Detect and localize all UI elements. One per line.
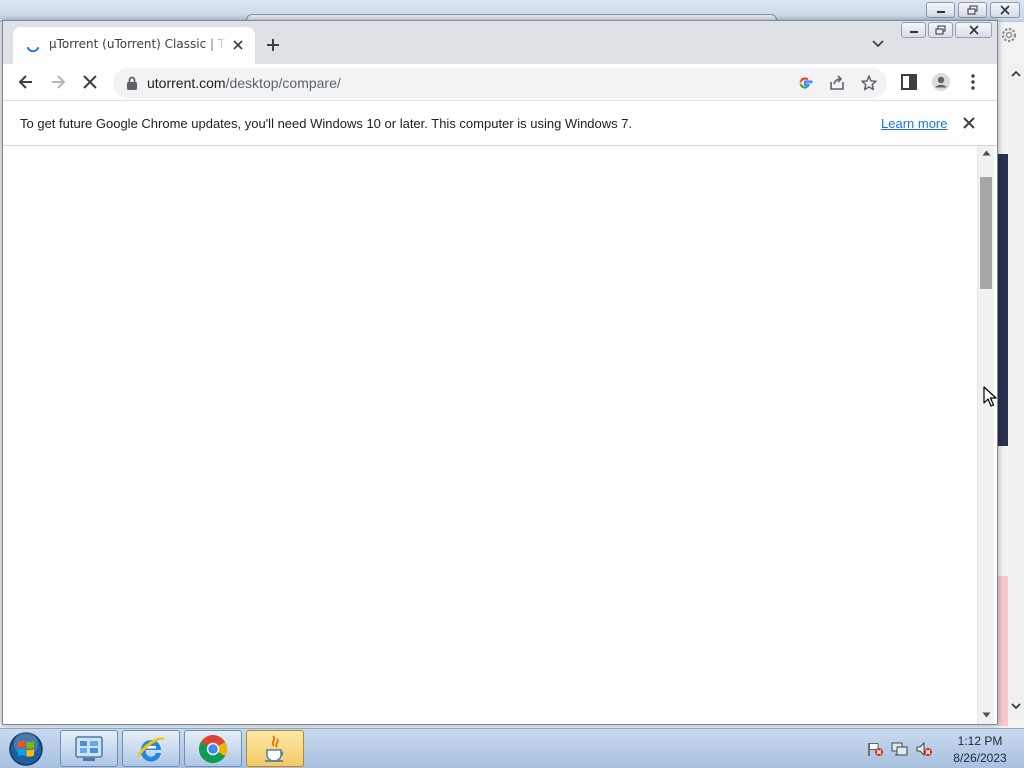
close-icon bbox=[968, 25, 979, 35]
scroll-down-arrow-icon[interactable] bbox=[982, 712, 991, 718]
background-close-button[interactable] bbox=[990, 2, 1020, 18]
infobar-message: To get future Google Chrome updates, you… bbox=[20, 116, 633, 131]
profile-icon[interactable] bbox=[931, 72, 951, 92]
background-page-banner bbox=[998, 154, 1008, 446]
bookmark-star-icon[interactable] bbox=[860, 74, 878, 92]
clock-date[interactable]: 8/26/2023 bbox=[940, 751, 1020, 765]
page-scrollbar[interactable] bbox=[977, 146, 994, 724]
taskbar: 1:12 PM 8/26/2023 bbox=[0, 728, 1024, 768]
chrome-restore-button[interactable] bbox=[928, 22, 953, 38]
start-orb-icon[interactable] bbox=[6, 730, 46, 768]
chrome-close-button[interactable] bbox=[955, 22, 992, 38]
gear-icon[interactable] bbox=[1000, 26, 1018, 44]
windows-7-deprecation-infobar: To get future Google Chrome updates, you… bbox=[3, 100, 997, 146]
learn-more-link[interactable]: Learn more bbox=[881, 116, 947, 131]
page-content bbox=[3, 146, 997, 724]
taskbar-java-button[interactable] bbox=[246, 730, 304, 767]
chrome-minimize-button[interactable] bbox=[901, 22, 926, 38]
minimize-icon bbox=[909, 31, 918, 33]
background-scrollbar[interactable] bbox=[1008, 64, 1024, 719]
action-center-flag-icon[interactable] bbox=[866, 741, 884, 757]
background-restore-button[interactable] bbox=[958, 2, 987, 18]
tab-close-icon[interactable] bbox=[231, 38, 245, 52]
taskbar-explorer-button[interactable] bbox=[60, 730, 118, 767]
internet-explorer-icon bbox=[136, 737, 165, 762]
scroll-thumb[interactable] bbox=[980, 177, 992, 289]
taskbar-chrome-button[interactable] bbox=[184, 730, 242, 767]
new-tab-plus-icon[interactable] bbox=[265, 37, 281, 53]
taskbar-internet-explorer-button[interactable] bbox=[122, 730, 180, 767]
chrome-window: µTorrent (uTorrent) Classic | The #1 Tor… bbox=[2, 20, 998, 725]
chrome-icon bbox=[199, 734, 227, 763]
scroll-up-arrow-icon[interactable] bbox=[982, 150, 991, 156]
toolbar: utorrent.com/desktop/compare/ bbox=[3, 64, 997, 100]
url-path: /desktop/compare/ bbox=[225, 75, 341, 91]
back-icon[interactable] bbox=[16, 72, 36, 92]
restore-icon bbox=[935, 25, 945, 35]
chevron-down-icon[interactable] bbox=[1010, 700, 1022, 712]
java-icon bbox=[265, 734, 284, 762]
tab-title: µTorrent (uTorrent) Classic | The #1 Tor… bbox=[49, 37, 227, 51]
background-page-panel bbox=[998, 576, 1008, 726]
kebab-menu-icon[interactable] bbox=[963, 72, 983, 92]
mouse-pointer-icon bbox=[983, 386, 997, 407]
tab-utorrent[interactable]: µTorrent (uTorrent) Classic | The #1 Tor… bbox=[13, 27, 255, 64]
minimize-icon bbox=[936, 11, 945, 13]
share-icon[interactable] bbox=[828, 74, 846, 92]
url-text: utorrent.com/desktop/compare/ bbox=[147, 75, 341, 91]
address-bar[interactable]: utorrent.com/desktop/compare/ bbox=[113, 68, 887, 98]
infobar-close-icon[interactable] bbox=[962, 116, 976, 130]
loading-spinner-icon bbox=[27, 47, 39, 53]
restore-icon bbox=[967, 5, 977, 15]
chevron-up-icon[interactable] bbox=[1010, 68, 1022, 80]
clock-time[interactable]: 1:12 PM bbox=[940, 734, 1020, 748]
side-panel-icon[interactable] bbox=[899, 72, 919, 92]
volume-muted-icon[interactable] bbox=[915, 741, 933, 757]
explorer-icon bbox=[75, 735, 103, 761]
forward-icon[interactable] bbox=[48, 72, 68, 92]
close-icon bbox=[1000, 5, 1010, 15]
stop-icon[interactable] bbox=[80, 72, 100, 92]
google-icon[interactable] bbox=[796, 74, 814, 92]
background-minimize-button[interactable] bbox=[926, 2, 955, 18]
tab-strip: µTorrent (uTorrent) Classic | The #1 Tor… bbox=[3, 21, 997, 64]
tab-search-chevron-down-icon[interactable] bbox=[871, 39, 885, 49]
url-host: utorrent.com bbox=[147, 75, 226, 91]
lock-icon[interactable] bbox=[125, 75, 139, 91]
network-icon[interactable] bbox=[891, 741, 909, 757]
